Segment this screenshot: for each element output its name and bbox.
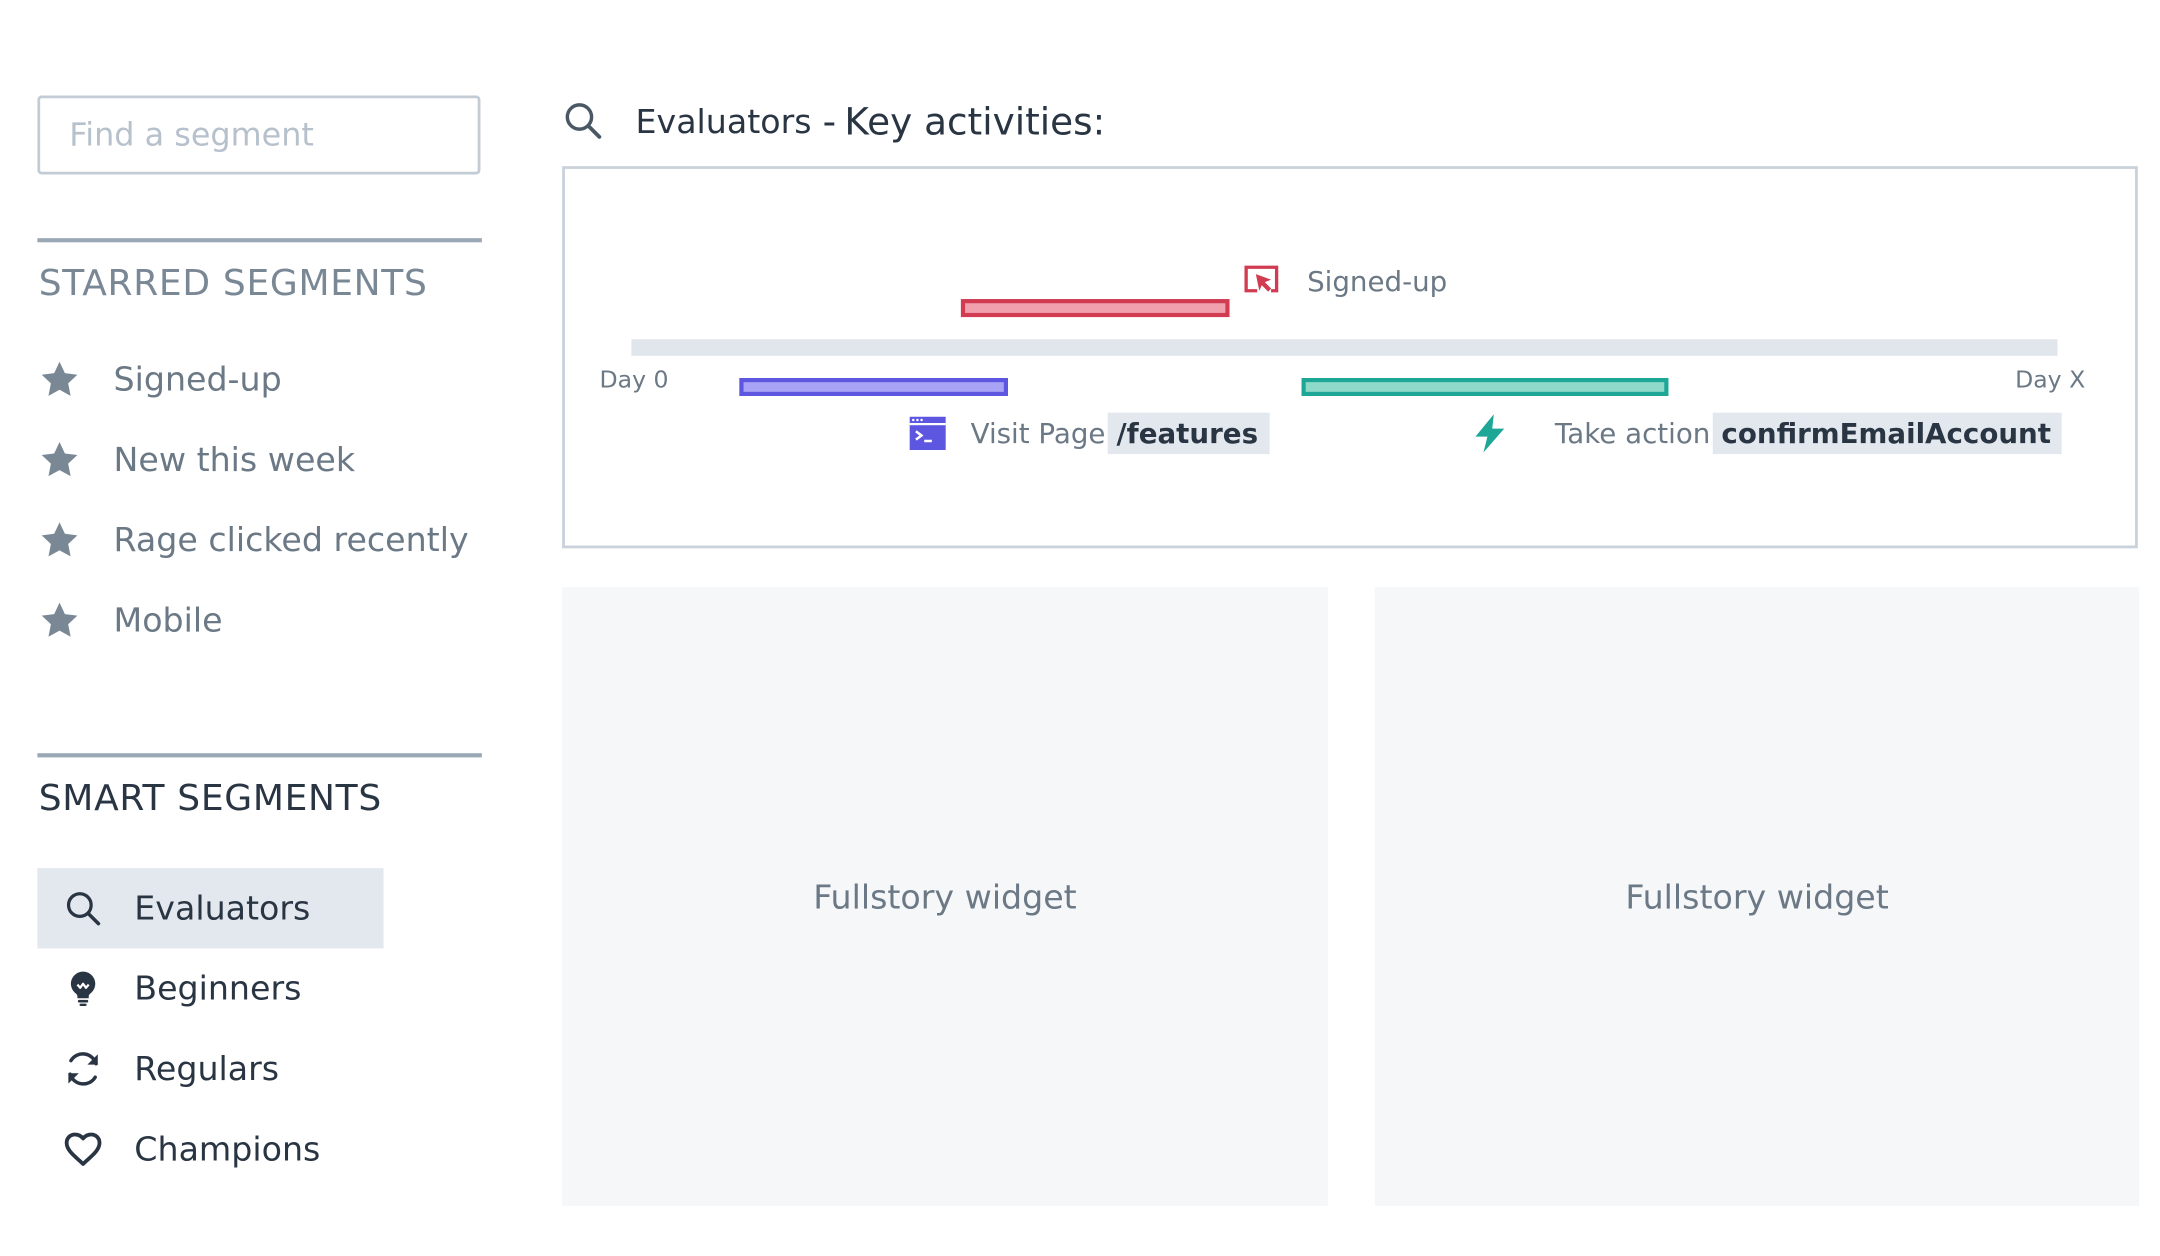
- visit-page-path: /features: [1108, 412, 1270, 455]
- timeline-end-label: Day X: [2015, 366, 2086, 395]
- segment-search-field[interactable]: [37, 95, 481, 175]
- smart-segments-title: SMART SEGMENTS: [38, 778, 382, 820]
- segment-name: Evaluators: [635, 102, 812, 142]
- refresh-icon: [62, 1048, 104, 1090]
- take-action-event: Take action confirmEmailAccount: [1469, 412, 2063, 455]
- smart-item-label: Champions: [134, 1129, 321, 1169]
- smart-item-label: Evaluators: [134, 888, 311, 928]
- key-activities-timeline: Day 0 Day X Signed-up Visit Page /featur…: [562, 166, 2138, 549]
- star-icon: [39, 519, 81, 561]
- visit-page-label: Visit Page: [970, 416, 1106, 450]
- lightbulb-icon: [62, 968, 104, 1010]
- page-header: Evaluators - Key activities:: [562, 100, 1105, 144]
- starred-item-signed-up[interactable]: Signed-up: [39, 339, 469, 419]
- take-action-bar: [1301, 377, 1669, 396]
- header-separator: -: [822, 100, 837, 144]
- fullstory-widget[interactable]: Fullstory widget: [562, 587, 1328, 1206]
- take-action-label: Take action: [1554, 416, 1711, 450]
- starred-segments-title: STARRED SEGMENTS: [38, 263, 428, 305]
- starred-divider: [37, 238, 482, 243]
- starred-item-rage-clicked-recently[interactable]: Rage clicked recently: [39, 500, 469, 580]
- lightning-icon: [1469, 413, 1511, 455]
- starred-item-label: Rage clicked recently: [113, 520, 469, 560]
- visit-page-bar: [739, 377, 1008, 396]
- starred-item-label: New this week: [113, 440, 356, 480]
- smart-item-label: Regulars: [134, 1049, 280, 1089]
- signed-up-label: Signed-up: [1307, 264, 1448, 298]
- smart-item-label: Beginners: [134, 969, 302, 1008]
- heart-icon: [62, 1128, 104, 1170]
- fullstory-widget[interactable]: Fullstory widget: [1374, 587, 2140, 1206]
- search-icon: [62, 888, 104, 930]
- smart-item-regulars[interactable]: Regulars: [37, 1029, 383, 1109]
- starred-item-label: Mobile: [113, 600, 223, 640]
- starred-item-label: Signed-up: [113, 359, 282, 399]
- widget-label: Fullstory widget: [1625, 877, 1889, 916]
- timeline-start-label: Day 0: [599, 366, 669, 395]
- star-icon: [39, 439, 81, 481]
- cursor-click-icon: [1241, 260, 1283, 302]
- starred-segments-list: Signed-up New this week Rage clicked rec…: [39, 339, 469, 660]
- page: STARRED SEGMENTS Signed-up New this week…: [0, 0, 2160, 1254]
- signed-up-bar: [960, 299, 1230, 318]
- signed-up-event: Signed-up: [1241, 260, 1448, 302]
- browser-terminal-icon: [907, 413, 949, 455]
- starred-item-new-this-week[interactable]: New this week: [39, 420, 469, 500]
- smart-item-beginners[interactable]: Beginners: [37, 948, 383, 1028]
- smart-segments-list: Evaluators Beginners Regulars Champions: [37, 868, 384, 1189]
- widget-label: Fullstory widget: [813, 877, 1077, 916]
- search-icon: [562, 100, 606, 144]
- smart-item-evaluators[interactable]: Evaluators: [37, 868, 384, 949]
- star-icon: [39, 359, 81, 401]
- visit-page-event: Visit Page /features: [907, 412, 1270, 455]
- smart-divider: [37, 753, 482, 758]
- take-action-value: confirmEmailAccount: [1713, 412, 2063, 455]
- star-icon: [39, 600, 81, 642]
- smart-item-champions[interactable]: Champions: [37, 1109, 383, 1189]
- starred-item-mobile[interactable]: Mobile: [39, 580, 469, 660]
- timeline-axis: [631, 339, 2058, 356]
- page-title: Key activities:: [844, 100, 1106, 144]
- segment-search-input[interactable]: [66, 115, 478, 155]
